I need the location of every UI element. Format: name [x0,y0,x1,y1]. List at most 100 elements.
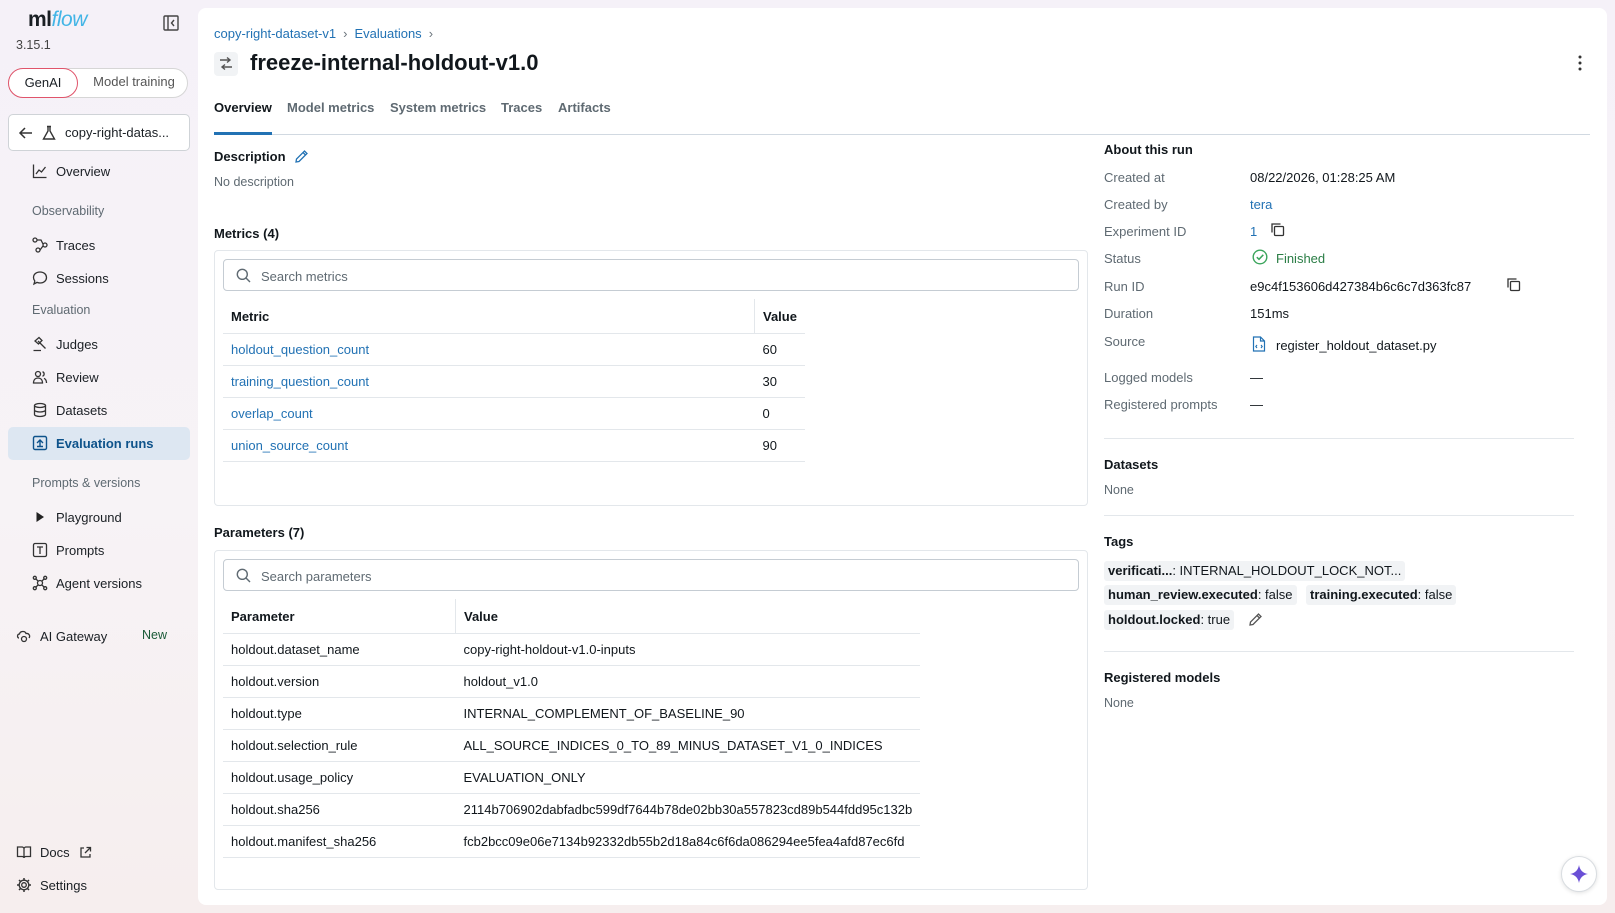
param-value: INTERNAL_COMPLEMENT_OF_BASELINE_90 [455,697,921,730]
about-heading: About this run [1104,142,1193,157]
experiment-name: copy-right-datas... [65,125,170,140]
metric-value: 60 [754,333,805,366]
tag-chip[interactable]: holdout.locked: true [1104,610,1235,630]
section-divider [1104,515,1574,516]
sidebar-item-docs[interactable]: Docs [0,836,190,869]
sidebar-item-evaluation-runs[interactable]: Evaluation runs [8,427,190,460]
arrow-left-icon[interactable] [18,125,34,141]
about-row-duration: Duration 151ms [1104,306,1574,326]
tab-overview[interactable]: Overview [214,100,272,135]
chat-bubble-icon [32,271,48,286]
mode-genai-button[interactable]: GenAI [8,68,78,98]
logged-models-value: — [1250,370,1263,385]
datasets-heading: Datasets [1104,457,1159,472]
metric-name-link[interactable]: union_source_count [223,429,755,462]
app-version: 3.15.1 [16,38,51,52]
gavel-icon [33,336,46,352]
table-row: union_source_count 90 [223,429,805,462]
metrics-search-input[interactable] [259,264,1032,288]
prompt-template-icon [32,542,48,558]
parameters-search-input[interactable] [259,564,1032,588]
param-value: ALL_SOURCE_INDICES_0_TO_89_MINUS_DATASET… [455,729,921,762]
mode-toggle: GenAI Model training [8,68,188,98]
metric-name-link[interactable]: overlap_count [223,397,755,430]
sidebar-item-label: Traces [56,238,96,253]
tag-chip[interactable]: human_review.executed: false [1104,585,1297,605]
sidebar-item-overview[interactable]: Overview [8,155,190,188]
sidebar-item-review[interactable]: Review [8,361,190,394]
sidebar-item-traces[interactable]: Traces [8,229,190,262]
tab-traces[interactable]: Traces [501,100,542,132]
sidebar-item-sessions[interactable]: Sessions [8,262,190,295]
metrics-panel: Metric Value holdout_question_count60 tr… [214,250,1088,506]
search-icon [236,268,251,283]
sidebar-item-settings[interactable]: Settings [0,869,190,902]
breadcrumb-experiment-link[interactable]: copy-right-dataset-v1 [214,26,336,41]
metrics-col-value: Value [753,299,805,334]
experiment-id-link[interactable]: 1 [1250,224,1257,239]
tab-artifacts[interactable]: Artifacts [558,100,611,132]
parameters-col-parameter: Parameter [223,599,456,634]
sidebar-item-agent-versions[interactable]: Agent versions [8,567,190,600]
sidebar-collapse-icon[interactable] [162,14,180,32]
source-value[interactable]: register_holdout_dataset.py [1276,338,1436,353]
status-badge: Finished [1276,251,1326,266]
created-by-link[interactable]: tera [1250,197,1272,212]
about-row-created-by: Created by tera [1104,197,1574,217]
about-label: Experiment ID [1104,224,1187,239]
about-row-registered-prompts: Registered prompts — [1104,397,1574,417]
tab-model-metrics[interactable]: Model metrics [287,100,374,132]
agent-versions-icon [32,575,48,591]
breadcrumb-evaluations-link[interactable]: Evaluations [354,26,421,41]
nav-section-prompts-versions: Prompts & versions [32,476,141,490]
sidebar-item-label: Sessions [56,271,109,286]
section-divider [1104,438,1574,439]
sidebar-item-label: Docs [40,845,70,860]
about-label: Duration [1104,306,1154,321]
tag-value: : false [1257,587,1293,602]
experiment-selector[interactable]: copy-right-datas... [8,114,190,151]
edit-tags-pencil-icon[interactable] [1248,612,1263,627]
sidebar-item-prompts[interactable]: Prompts [8,534,190,567]
sidebar-item-ai-gateway[interactable]: AI Gateway New [0,620,190,653]
users-icon [32,370,48,384]
run-icon [214,52,238,76]
metrics-search [223,259,1079,291]
tag-value: : true [1200,612,1231,627]
parameters-heading: Parameters (7) [214,525,305,540]
tags-heading: Tags [1104,534,1134,549]
tag-value: : INTERNAL_HOLDOUT_LOCK_NOT... [1172,563,1402,578]
sidebar-item-playground[interactable]: Playground [8,501,190,534]
metric-name-link[interactable]: training_question_count [223,365,755,398]
table-row: holdout.sha256 2114b706902dabfadbc599df76… [223,793,921,826]
book-icon [16,846,32,859]
tag-chip[interactable]: training.executed: false [1306,585,1457,605]
about-row-experiment-id: Experiment ID 1 [1104,222,1574,244]
sidebar-item-datasets[interactable]: Datasets [8,394,190,427]
copy-icon[interactable] [1270,222,1285,237]
section-divider [1104,651,1574,652]
page-title: freeze-internal-holdout-v1.0 [250,50,539,75]
sidebar-item-label: Datasets [56,403,108,418]
evaluation-runs-icon [32,435,48,451]
more-options-icon[interactable] [1572,54,1588,72]
line-chart-icon [32,164,47,179]
assistant-button[interactable] [1561,856,1597,892]
metric-value: 0 [754,397,805,430]
sidebar-item-label: Judges [56,337,98,352]
tab-system-metrics[interactable]: System metrics [390,100,486,132]
sidebar-item-judges[interactable]: Judges [8,328,190,361]
logo-row: mlflow 3.15.1 [16,8,186,52]
copy-icon[interactable] [1506,277,1521,292]
sidebar-item-label: Prompts [56,543,105,558]
mode-model-training-button[interactable]: Model training [79,68,189,98]
about-label: Created at [1104,170,1165,185]
tag-chip[interactable]: verificati...: INTERNAL_HOLDOUT_LOCK_NOT… [1104,561,1406,581]
logo-ml-text: ml [28,8,52,31]
metric-name-link[interactable]: holdout_question_count [223,333,755,366]
breadcrumb: copy-right-dataset-v1 › Evaluations › [214,26,440,41]
parameters-search [223,559,1079,591]
mlflow-logo[interactable]: mlflow [28,8,87,32]
breadcrumb-separator: › [428,26,434,41]
edit-pencil-icon[interactable] [294,149,309,164]
